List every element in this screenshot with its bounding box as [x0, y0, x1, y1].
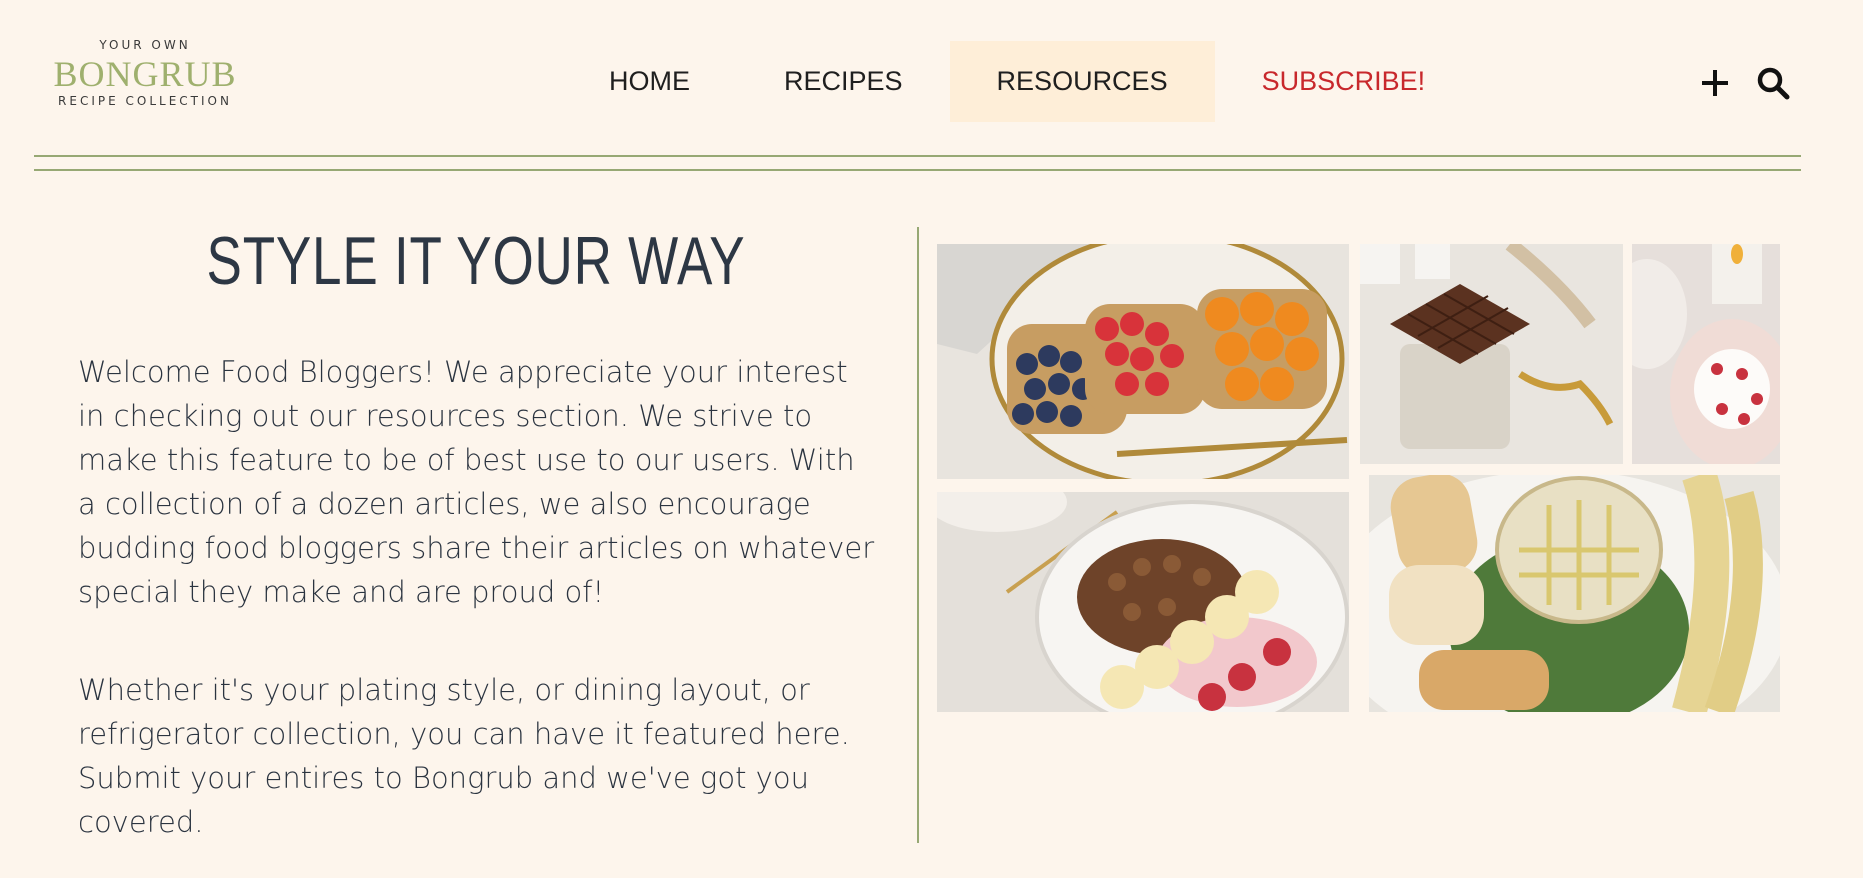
nav-resources[interactable]: RESOURCES	[949, 41, 1215, 122]
nav-subscribe[interactable]: SUBSCRIBE!	[1215, 41, 1473, 122]
nav-home[interactable]: HOME	[562, 41, 737, 122]
logo-brand: BONGRUB	[53, 54, 237, 94]
header-divider-top	[34, 155, 1801, 157]
logo-tagline-bottom: RECIPE COLLECTION	[58, 94, 232, 108]
header-divider-bottom	[34, 169, 1801, 171]
search-icon[interactable]	[1756, 66, 1790, 100]
toast-plate-photo	[937, 244, 1349, 479]
cheese-board-photo	[1369, 475, 1780, 712]
feature-paragraph: Whether it's your plating style, or dini…	[78, 673, 850, 839]
nav-recipes[interactable]: RECIPES	[737, 41, 950, 122]
granola-bowl-photo	[937, 492, 1349, 712]
site-logo[interactable]: YOUR OWN BONGRUB RECIPE COLLECTION	[40, 38, 250, 108]
intro-paragraph: Welcome Food Bloggers! We appreciate you…	[78, 355, 875, 609]
plus-icon[interactable]	[1700, 68, 1730, 98]
logo-tagline-top: YOUR OWN	[99, 38, 191, 52]
page-heading: STYLE IT YOUR WAY	[206, 223, 746, 299]
dessert-plate-photo	[1632, 244, 1780, 464]
main-nav: HOME RECIPES RESOURCES SUBSCRIBE!	[562, 41, 1472, 122]
content-divider	[917, 227, 919, 843]
chocolate-jar-photo	[1360, 244, 1623, 464]
